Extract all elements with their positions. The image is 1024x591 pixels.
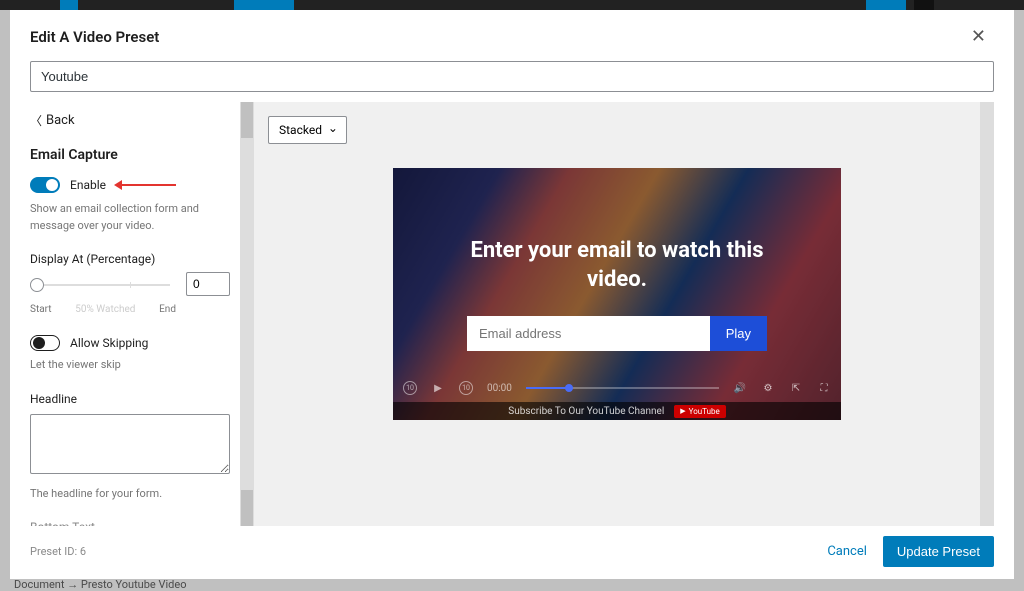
modal-header: Edit A Video Preset ✕ bbox=[10, 10, 1014, 61]
headline-label: Headline bbox=[30, 392, 230, 406]
subscribe-text: Subscribe To Our YouTube Channel bbox=[508, 406, 664, 417]
allow-skipping-label: Allow Skipping bbox=[70, 336, 148, 350]
modal-title: Edit A Video Preset bbox=[30, 28, 159, 46]
settings-icon[interactable]: ⚙ bbox=[761, 381, 775, 395]
breadcrumb: Document → Presto Youtube Video bbox=[14, 578, 186, 591]
volume-icon[interactable]: 🔊 bbox=[733, 381, 747, 395]
background-app-bar bbox=[0, 0, 1024, 10]
chevron-left-icon: 〈 bbox=[30, 112, 42, 129]
allow-skipping-row: Allow Skipping bbox=[30, 335, 230, 351]
cancel-button[interactable]: Cancel bbox=[827, 544, 867, 559]
back-button[interactable]: 〈 Back bbox=[30, 112, 230, 129]
video-controls: 10 ▶ 10 00:00 🔊 ⚙ ⇱ ⛶ bbox=[393, 374, 841, 402]
display-at-label: Display At (Percentage) bbox=[30, 252, 230, 266]
annotation-arrow-icon bbox=[122, 184, 176, 186]
preset-name-row bbox=[10, 61, 1014, 102]
time-display: 00:00 bbox=[487, 383, 512, 394]
enable-toggle[interactable] bbox=[30, 177, 60, 193]
settings-sidebar: 〈 Back Email Capture Enable Show an emai… bbox=[30, 102, 240, 526]
preset-name-input[interactable] bbox=[30, 61, 994, 92]
edit-preset-modal: Edit A Video Preset ✕ 〈 Back Email Captu… bbox=[10, 10, 1014, 579]
fullscreen-icon[interactable]: ⛶ bbox=[817, 381, 831, 395]
youtube-badge-label: YouTube bbox=[689, 407, 720, 416]
subscribe-bar: Subscribe To Our YouTube Channel YouTube bbox=[393, 402, 841, 420]
play-button[interactable]: Play bbox=[710, 316, 767, 351]
slider-marks: Start 50% Watched End bbox=[30, 304, 230, 315]
headline-help: The headline for your form. bbox=[30, 486, 220, 503]
enable-row: Enable bbox=[30, 177, 230, 193]
layout-select-value: Stacked bbox=[279, 123, 322, 137]
pip-icon[interactable]: ⇱ bbox=[789, 381, 803, 395]
update-preset-button[interactable]: Update Preset bbox=[883, 536, 994, 567]
overlay-headline: Enter your email to watch this video. bbox=[457, 237, 777, 294]
modal-body: 〈 Back Email Capture Enable Show an emai… bbox=[10, 102, 1014, 526]
play-icon[interactable]: ▶ bbox=[431, 381, 445, 395]
allow-skipping-help: Let the viewer skip bbox=[30, 357, 220, 374]
slider-mark-start: Start bbox=[30, 304, 52, 315]
email-field[interactable] bbox=[467, 316, 710, 351]
allow-skipping-toggle[interactable] bbox=[30, 335, 60, 351]
modal-footer: Preset ID: 6 Cancel Update Preset bbox=[10, 526, 1014, 579]
layout-select[interactable]: Stacked bbox=[268, 116, 347, 144]
back-label: Back bbox=[46, 113, 75, 128]
slider-mark-mid: 50% Watched bbox=[75, 304, 135, 315]
headline-textarea[interactable] bbox=[30, 414, 230, 474]
slider-thumb[interactable] bbox=[30, 278, 44, 292]
enable-help: Show an email collection form and messag… bbox=[30, 201, 220, 234]
display-at-input[interactable] bbox=[186, 272, 230, 296]
preset-id-label: Preset ID: 6 bbox=[30, 545, 86, 558]
email-form: Play bbox=[467, 316, 767, 351]
forward-icon[interactable]: 10 bbox=[459, 381, 473, 395]
section-title: Email Capture bbox=[30, 147, 230, 163]
progress-bar[interactable] bbox=[526, 387, 719, 389]
preview-pane: Stacked Enter your email to watch this v… bbox=[240, 102, 994, 526]
display-at-slider[interactable] bbox=[30, 274, 230, 298]
slider-mark-end: End bbox=[159, 304, 176, 315]
youtube-badge[interactable]: YouTube bbox=[674, 405, 725, 418]
rewind-icon[interactable]: 10 bbox=[403, 381, 417, 395]
enable-label: Enable bbox=[70, 178, 106, 192]
close-icon[interactable]: ✕ bbox=[963, 22, 994, 51]
video-preview: Enter your email to watch this video. Pl… bbox=[393, 168, 841, 420]
